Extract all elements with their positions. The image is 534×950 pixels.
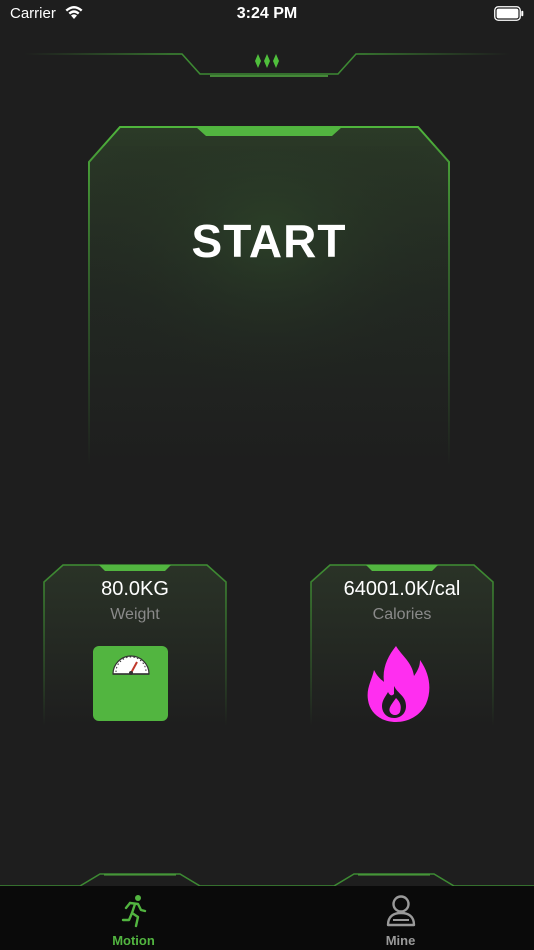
status-bar: Carrier 3:24 PM (0, 0, 534, 28)
battery-icon (494, 6, 524, 21)
clock: 3:24 PM (236, 5, 298, 22)
weight-value: 80.0KG (101, 578, 169, 600)
start-button-label[interactable]: START (88, 214, 450, 268)
tab-mine[interactable]: Mine (267, 886, 534, 950)
tab-motion-label: Motion (112, 933, 155, 948)
person-icon (386, 895, 415, 927)
calories-value: 64001.0K/cal (343, 578, 461, 600)
calories-card: 64001.0K/cal Calories (310, 564, 494, 726)
start-panel[interactable]: START (88, 126, 450, 466)
weight-card: 80.0KG Weight (43, 564, 227, 726)
tab-mine-label: Mine (385, 933, 416, 948)
tab-motion[interactable]: Motion (0, 886, 267, 950)
weight-label: Weight (110, 606, 160, 623)
flame-icon (367, 646, 430, 722)
calories-label: Calories (372, 606, 432, 623)
running-person-icon (121, 895, 146, 928)
scale-icon (93, 646, 168, 721)
tab-bar: Motion Mine (0, 886, 534, 950)
top-ornament (24, 53, 510, 77)
diamond-indicator-icon (255, 54, 279, 68)
start-panel-frame (88, 126, 450, 466)
